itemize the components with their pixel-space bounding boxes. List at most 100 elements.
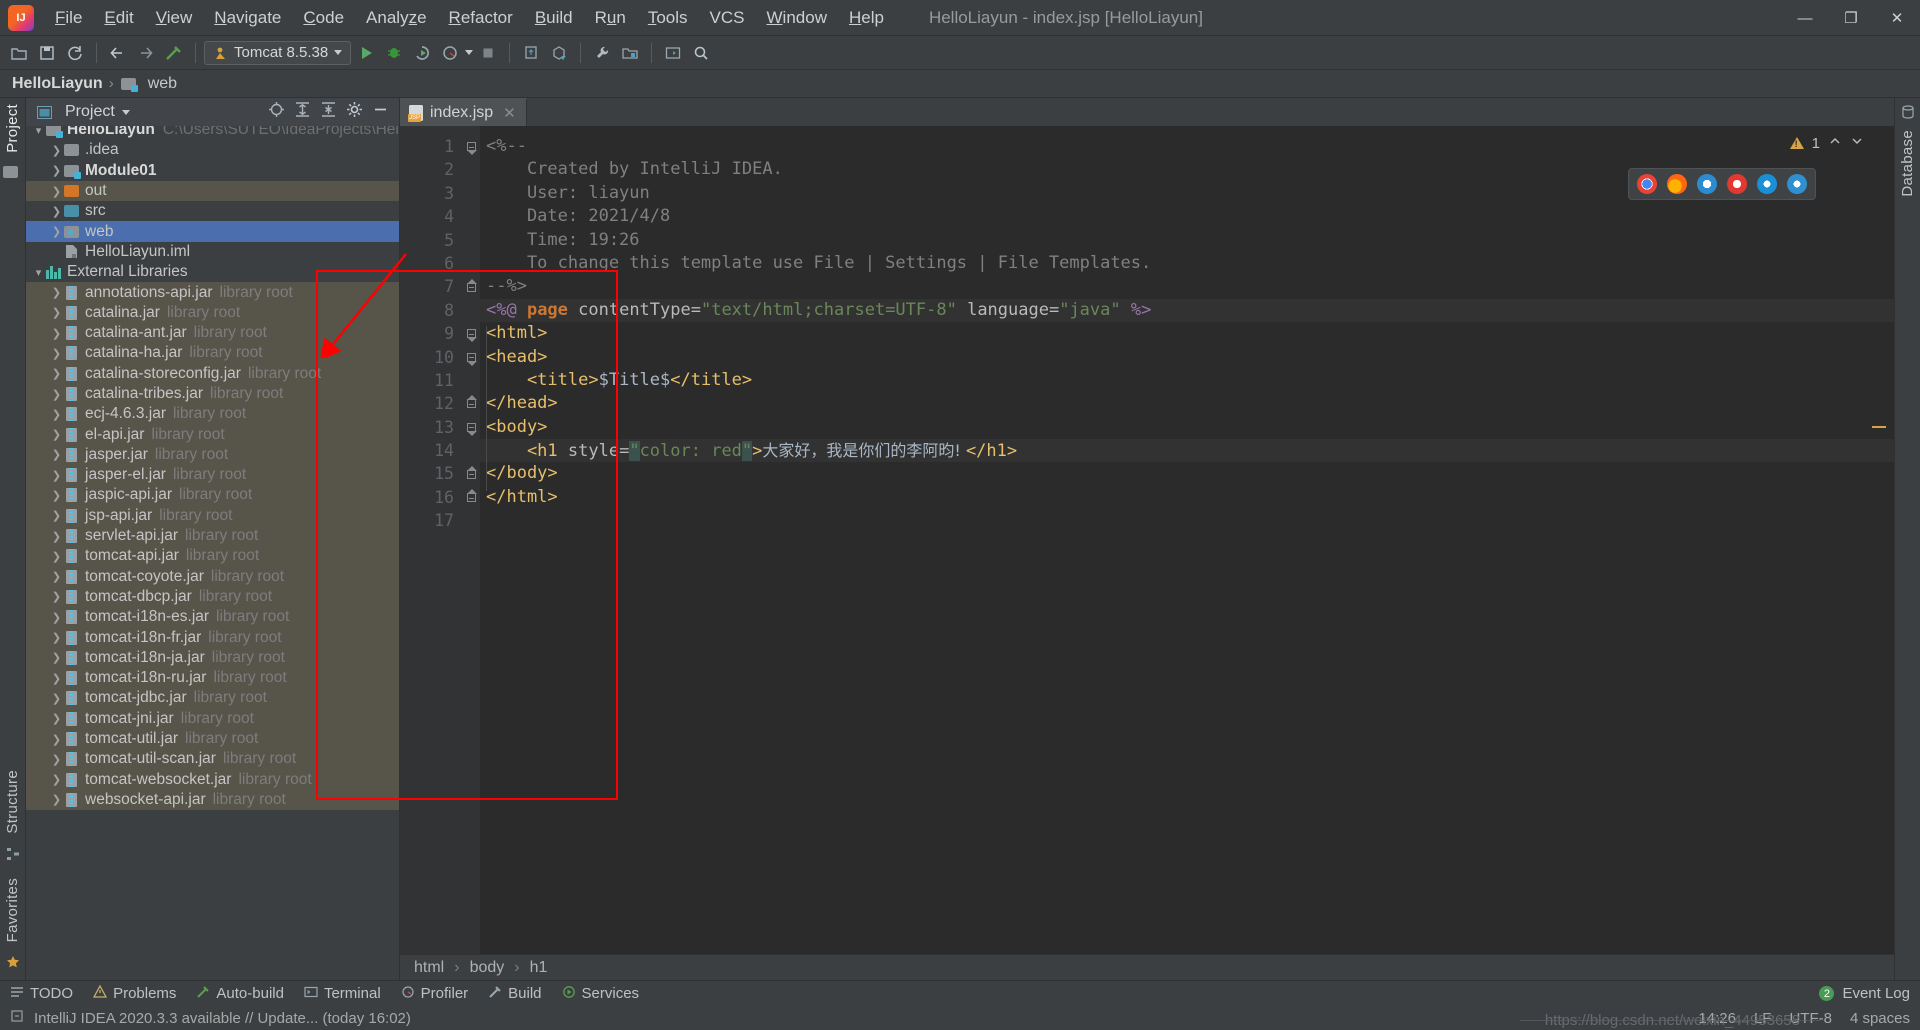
chevron-right-icon[interactable]: ❯ bbox=[50, 651, 63, 664]
tool-window-services[interactable]: Services bbox=[562, 985, 639, 1003]
fold-marker-slot[interactable] bbox=[462, 509, 480, 532]
line-number[interactable]: 8 bbox=[400, 299, 462, 322]
sidebar-item-structure[interactable]: Structure bbox=[4, 770, 21, 834]
run-with-coverage-icon[interactable] bbox=[409, 40, 435, 66]
tree-item-jasper-jar[interactable]: ❯ jasper.jar library root bbox=[26, 444, 399, 466]
edge-icon[interactable] bbox=[1757, 174, 1777, 194]
chevron-right-icon[interactable]: ❯ bbox=[50, 388, 63, 401]
fold-marker-slot[interactable] bbox=[462, 252, 480, 275]
tree-item-catalina-ant-jar[interactable]: ❯ catalina-ant.jar library root bbox=[26, 322, 399, 344]
tree-item-catalina-tribes-jar[interactable]: ❯ catalina-tribes.jar library root bbox=[26, 383, 399, 405]
chevron-right-icon[interactable]: ❯ bbox=[50, 347, 63, 360]
menu-file[interactable]: File bbox=[44, 4, 93, 32]
tree-item-catalina-storeconfig-jar[interactable]: ❯ catalina-storeconfig.jar library root bbox=[26, 363, 399, 384]
chevron-right-icon[interactable]: ❯ bbox=[50, 225, 63, 238]
line-number[interactable]: 6 bbox=[400, 252, 462, 275]
fold-marker-icon[interactable] bbox=[466, 395, 477, 409]
tree-item-helloliayun-iml[interactable]: HelloLiayun.iml bbox=[26, 242, 399, 262]
chevron-right-icon[interactable]: ❯ bbox=[50, 286, 63, 299]
line-number[interactable]: 17 bbox=[400, 509, 462, 532]
code-line[interactable]: <%@ page contentType="text/html;charset=… bbox=[480, 298, 1894, 323]
profile-dropdown-icon[interactable] bbox=[465, 50, 474, 55]
tool-window-todo[interactable]: TODO bbox=[10, 985, 73, 1003]
chevron-right-icon[interactable]: ❯ bbox=[50, 327, 63, 340]
line-number[interactable]: 4 bbox=[400, 205, 462, 228]
tree-item-helloliayun[interactable]: ▾ HelloLiayun C:\Users\SUTEO\IdeaProjects\… bbox=[26, 126, 399, 140]
line-number[interactable]: 2 bbox=[400, 158, 462, 181]
chevron-right-icon[interactable]: ❯ bbox=[50, 692, 63, 705]
editor-breadcrumb-h1[interactable]: h1 bbox=[530, 959, 548, 977]
collapse-all-icon[interactable] bbox=[320, 101, 337, 123]
line-number[interactable]: 13 bbox=[400, 416, 462, 439]
chevron-right-icon[interactable]: ❯ bbox=[50, 367, 63, 380]
sidebar-item-project[interactable]: Project bbox=[4, 104, 21, 153]
fold-marker-slot[interactable] bbox=[462, 322, 480, 345]
chevron-right-icon[interactable]: ❯ bbox=[50, 570, 63, 583]
chevron-down-icon[interactable] bbox=[1850, 134, 1864, 152]
menu-navigate[interactable]: Navigate bbox=[203, 4, 292, 32]
tree-item-ecj-4-6-3-jar[interactable]: ❯ ecj-4.6.3.jar library root bbox=[26, 404, 399, 425]
menu-help[interactable]: Help bbox=[838, 4, 895, 32]
tool-window-profiler[interactable]: Profiler bbox=[401, 985, 468, 1003]
tree-item-tomcat-i18n-es-jar[interactable]: ❯ tomcat-i18n-es.jar library root bbox=[26, 607, 399, 628]
refresh-icon[interactable] bbox=[62, 40, 88, 66]
chevron-down-icon[interactable] bbox=[334, 50, 343, 55]
chevron-right-icon[interactable]: ❯ bbox=[50, 185, 63, 198]
line-number[interactable]: 12 bbox=[400, 392, 462, 415]
opera-icon[interactable] bbox=[1697, 174, 1717, 194]
open-folder-icon[interactable] bbox=[6, 40, 32, 66]
menu-refactor[interactable]: Refactor bbox=[438, 4, 524, 32]
chevron-right-icon[interactable]: ❯ bbox=[50, 489, 63, 502]
terminal-icon[interactable] bbox=[660, 40, 686, 66]
status-message[interactable]: IntelliJ IDEA 2020.3.3 available // Upda… bbox=[34, 1010, 411, 1027]
maximize-button[interactable]: ❐ bbox=[1828, 0, 1874, 36]
fold-marker-slot[interactable] bbox=[462, 299, 480, 322]
line-number[interactable]: 10 bbox=[400, 346, 462, 369]
code-line[interactable]: </html> bbox=[480, 486, 1894, 509]
chevron-down-icon[interactable]: ▾ bbox=[32, 126, 45, 137]
line-number[interactable]: 9 bbox=[400, 322, 462, 345]
update-application-icon[interactable] bbox=[518, 40, 544, 66]
fold-marker-slot[interactable] bbox=[462, 392, 480, 415]
stop-icon[interactable] bbox=[475, 40, 501, 66]
close-icon[interactable]: ✕ bbox=[503, 104, 516, 122]
chevron-right-icon[interactable]: ❯ bbox=[50, 530, 63, 543]
chevron-up-icon[interactable] bbox=[1828, 134, 1842, 152]
tree-item-tomcat-coyote-jar[interactable]: ❯ tomcat-coyote.jar library root bbox=[26, 566, 399, 587]
tree-item-tomcat-i18n-fr-jar[interactable]: ❯ tomcat-i18n-fr.jar library root bbox=[26, 627, 399, 648]
forward-arrow-icon[interactable] bbox=[133, 40, 159, 66]
code-folding-gutter[interactable] bbox=[462, 126, 480, 954]
line-number[interactable]: 14 bbox=[400, 439, 477, 462]
code-line[interactable]: <title>$Title$</title> bbox=[480, 369, 1894, 392]
chrome-icon[interactable] bbox=[1637, 174, 1657, 194]
fold-marker-icon[interactable] bbox=[466, 465, 477, 479]
fold-marker-slot[interactable] bbox=[462, 462, 480, 485]
tree-item-servlet-api-jar[interactable]: ❯ servlet-api.jar library root bbox=[26, 525, 399, 547]
code-line[interactable] bbox=[480, 509, 1894, 532]
tree-item-annotations-api-jar[interactable]: ❯ annotations-api.jar library root bbox=[26, 282, 399, 303]
tool-window-event-log[interactable]: Event Log bbox=[1842, 985, 1910, 1002]
debug-icon[interactable] bbox=[381, 40, 407, 66]
line-number[interactable]: 16 bbox=[400, 486, 462, 509]
tree-item-module01[interactable]: ❯ Module01 bbox=[26, 161, 399, 181]
chevron-right-icon[interactable]: ❯ bbox=[50, 550, 63, 563]
back-arrow-icon[interactable] bbox=[105, 40, 131, 66]
code-editor[interactable]: 1 2 3 4 5 6 7 8 9 10 11 12 13 14 15 16 17 <%-- Created b… bbox=[400, 126, 1894, 954]
build-hammer-icon[interactable] bbox=[161, 40, 187, 66]
line-number[interactable]: 1 bbox=[400, 135, 462, 158]
deploy-icon[interactable] bbox=[546, 40, 572, 66]
fold-marker-icon[interactable] bbox=[466, 352, 477, 366]
code-line[interactable]: </head> bbox=[480, 392, 1894, 415]
menu-tools[interactable]: Tools bbox=[637, 4, 699, 32]
fold-marker-slot[interactable] bbox=[462, 135, 480, 158]
chevron-right-icon[interactable]: ❯ bbox=[50, 733, 63, 746]
tool-window-build[interactable]: Build bbox=[488, 985, 542, 1003]
fold-marker-slot[interactable] bbox=[462, 205, 480, 228]
tree-item-tomcat-dbcp-jar[interactable]: ❯ tomcat-dbcp.jar library root bbox=[26, 586, 399, 608]
tree-item--idea[interactable]: ❯ .idea bbox=[26, 140, 399, 160]
fold-marker-slot[interactable] bbox=[462, 439, 480, 462]
tree-item-tomcat-i18n-ru-jar[interactable]: ❯ tomcat-i18n-ru.jar library root bbox=[26, 668, 399, 689]
chevron-right-icon[interactable]: ❯ bbox=[50, 753, 63, 766]
run-configuration-selector[interactable]: Tomcat 8.5.38 bbox=[204, 40, 352, 65]
fold-marker-slot[interactable] bbox=[462, 369, 480, 392]
